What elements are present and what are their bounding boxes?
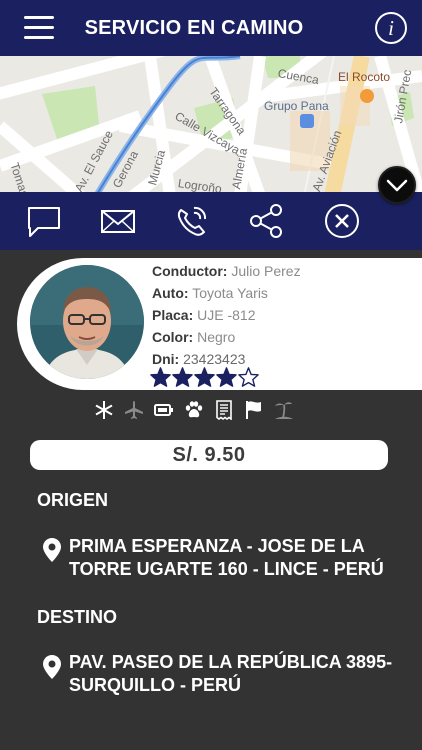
star-filled-icon (216, 367, 237, 387)
beach-icon (274, 400, 294, 420)
placa-label: Placa: (152, 307, 194, 323)
color-label: Color: (152, 329, 194, 345)
receipt-icon (214, 400, 234, 421)
chat-bubble-icon[interactable] (24, 202, 64, 240)
info-icon[interactable]: i (375, 12, 407, 44)
fare-price: S/. 9.50 (30, 440, 388, 470)
origin-line-1: PRIMA ESPERANZA - JOSE DE LA (69, 536, 365, 556)
dni-value: 23423423 (183, 351, 246, 367)
destination-address: PAV. PASEO DE LA REPÚBLICA 3895- SURQUIL… (69, 651, 409, 697)
color-value: Negro (197, 329, 236, 345)
action-bar (0, 192, 422, 250)
paw-icon (184, 400, 204, 420)
auto-label: Auto: (152, 285, 189, 301)
star-filled-icon (194, 367, 215, 387)
destination-line-1: PAV. PASEO DE LA REPÚBLICA 3895- (69, 652, 393, 672)
driver-info: Conductor: Julio Perez Auto: Toyota Yari… (152, 260, 301, 370)
star-empty-icon (238, 367, 259, 387)
close-circle-icon[interactable] (322, 202, 362, 240)
location-pin-icon (43, 655, 61, 679)
map-poi: Grupo Pana (264, 99, 329, 113)
snowflake-icon (94, 400, 114, 420)
map-view[interactable]: Tomas Av. El Sauce Gerona Calle Vizcaya … (0, 56, 422, 192)
auto-value: Toyota Yaris (192, 285, 268, 301)
map-poi: El Rocoto (338, 70, 391, 84)
phone-icon[interactable] (172, 202, 212, 240)
envelope-icon[interactable] (98, 202, 138, 240)
origin-title: ORIGEN (37, 490, 109, 510)
driver-avatar (30, 265, 144, 379)
location-pin-icon (43, 538, 61, 562)
star-filled-icon (150, 367, 171, 387)
driver-rating (150, 367, 260, 392)
share-icon[interactable] (246, 202, 286, 240)
destination-line-2: SURQUILLO - PERÚ (69, 675, 242, 695)
battery-icon (154, 400, 174, 420)
placa-value: UJE -812 (197, 307, 256, 323)
chevron-down-icon[interactable] (378, 166, 416, 204)
conductor-value: Julio Perez (231, 263, 301, 279)
conductor-label: Conductor: (152, 263, 228, 279)
dni-label: Dni: (152, 351, 180, 367)
flag-icon (244, 400, 264, 420)
top-bar: SERVICIO EN CAMINO i (0, 0, 422, 56)
origin-address: PRIMA ESPERANZA - JOSE DE LA TORRE UGART… (69, 535, 409, 581)
star-filled-icon (172, 367, 193, 387)
destination-title: DESTINO (37, 607, 118, 627)
page-title: SERVICIO EN CAMINO (84, 17, 304, 39)
airplane-icon (124, 400, 144, 420)
origin-line-2: TORRE UGARTE 160 - LINCE - PERÚ (69, 559, 384, 579)
